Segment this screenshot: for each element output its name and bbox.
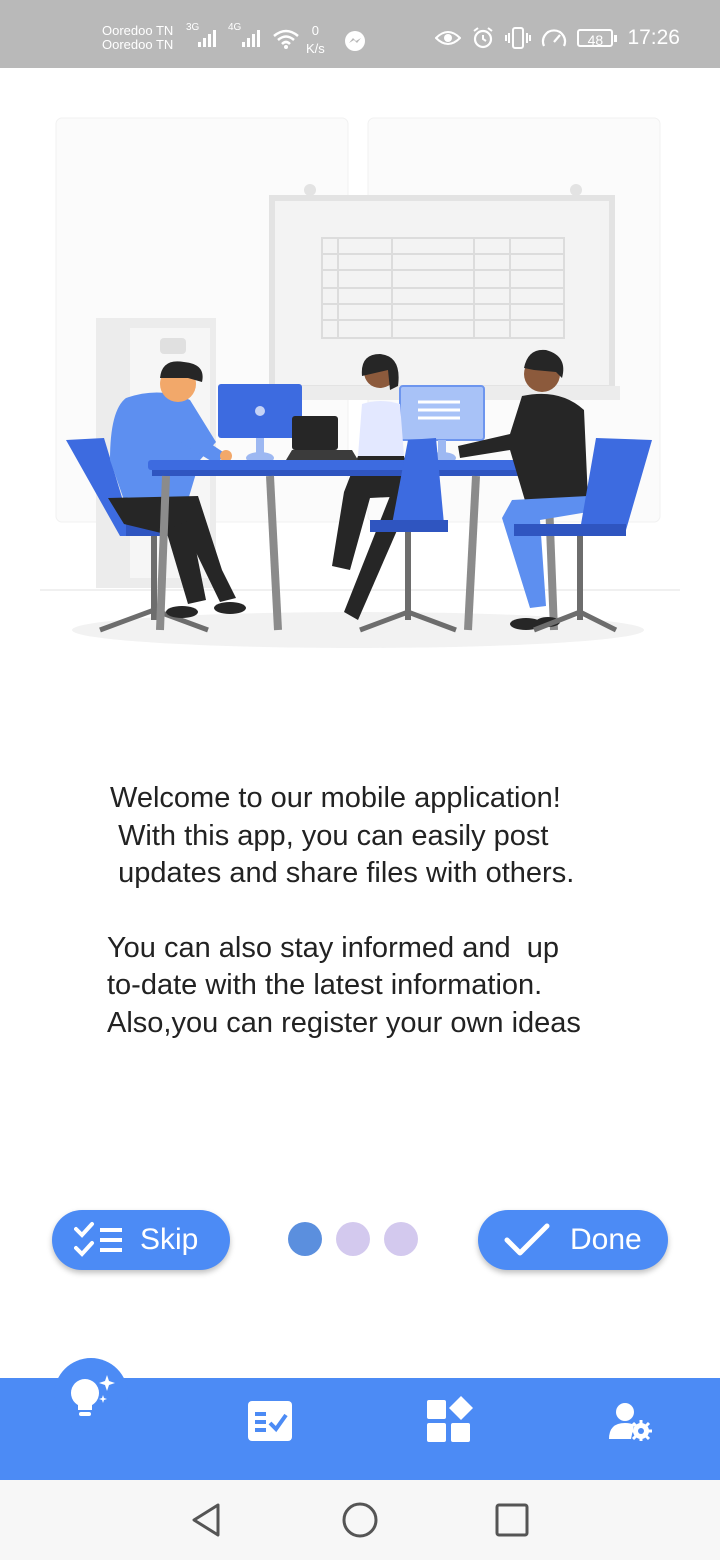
speedometer-icon: [542, 29, 567, 47]
wifi-icon: [273, 29, 299, 49]
back-button[interactable]: [186, 1500, 226, 1540]
nav-item-tasks[interactable]: [240, 1396, 300, 1446]
nav-item-profile-settings[interactable]: [600, 1396, 660, 1446]
recents-button[interactable]: [492, 1500, 532, 1540]
nav-item-ideas[interactable]: [60, 1366, 122, 1428]
signal-icon: [242, 30, 260, 47]
network-speed: 0 K/s: [306, 22, 325, 58]
nav-item-apps[interactable]: [420, 1394, 480, 1448]
team-working-illustration: [40, 117, 680, 648]
home-icon: [342, 1502, 378, 1538]
intro-paragraph-1: Welcome to our mobile application! With …: [110, 782, 575, 889]
user-settings-icon: [609, 1403, 652, 1441]
eye-icon: [435, 31, 462, 45]
intro-text: Welcome to our mobile application! With …: [100, 780, 640, 1042]
battery-level: 48: [587, 32, 604, 48]
system-navigation-bar: [0, 1480, 720, 1560]
done-label: Done: [570, 1223, 642, 1256]
recents-icon: [495, 1503, 529, 1537]
vibrate-icon: [505, 27, 532, 49]
page-dot-1: [288, 1222, 322, 1256]
speed-unit: K/s: [306, 41, 325, 56]
status-bar: Ooredoo TN Ooredoo TN 3G 4G 0 K/s 48 17:…: [0, 0, 720, 68]
speed-value: 0: [311, 23, 320, 38]
carrier-info: Ooredoo TN Ooredoo TN: [102, 20, 173, 56]
page-indicator: [288, 1222, 418, 1256]
apps-icon: [427, 1396, 473, 1442]
signal-icon: [198, 30, 216, 47]
checkmark-icon: [504, 1223, 550, 1256]
skip-button[interactable]: Skip: [52, 1210, 230, 1270]
back-icon: [192, 1503, 220, 1537]
carrier-2: Ooredoo TN: [102, 37, 174, 52]
page-dot-3: [384, 1222, 418, 1256]
intro-paragraph-2: You can also stay informed and up to-dat…: [107, 931, 581, 1039]
network-type-2: 4G: [228, 22, 242, 33]
clock: 17:26: [627, 26, 680, 49]
checklist-icon: [74, 1222, 122, 1257]
done-button[interactable]: Done: [478, 1210, 668, 1270]
skip-label: Skip: [140, 1223, 199, 1256]
idea-icon: [71, 1375, 115, 1416]
alarm-icon: [473, 27, 494, 49]
messenger-icon: [345, 31, 365, 51]
page-dot-2: [336, 1222, 370, 1256]
checklist-icon: [248, 1401, 292, 1441]
battery-icon: 48: [577, 29, 618, 48]
home-button[interactable]: [340, 1500, 380, 1540]
